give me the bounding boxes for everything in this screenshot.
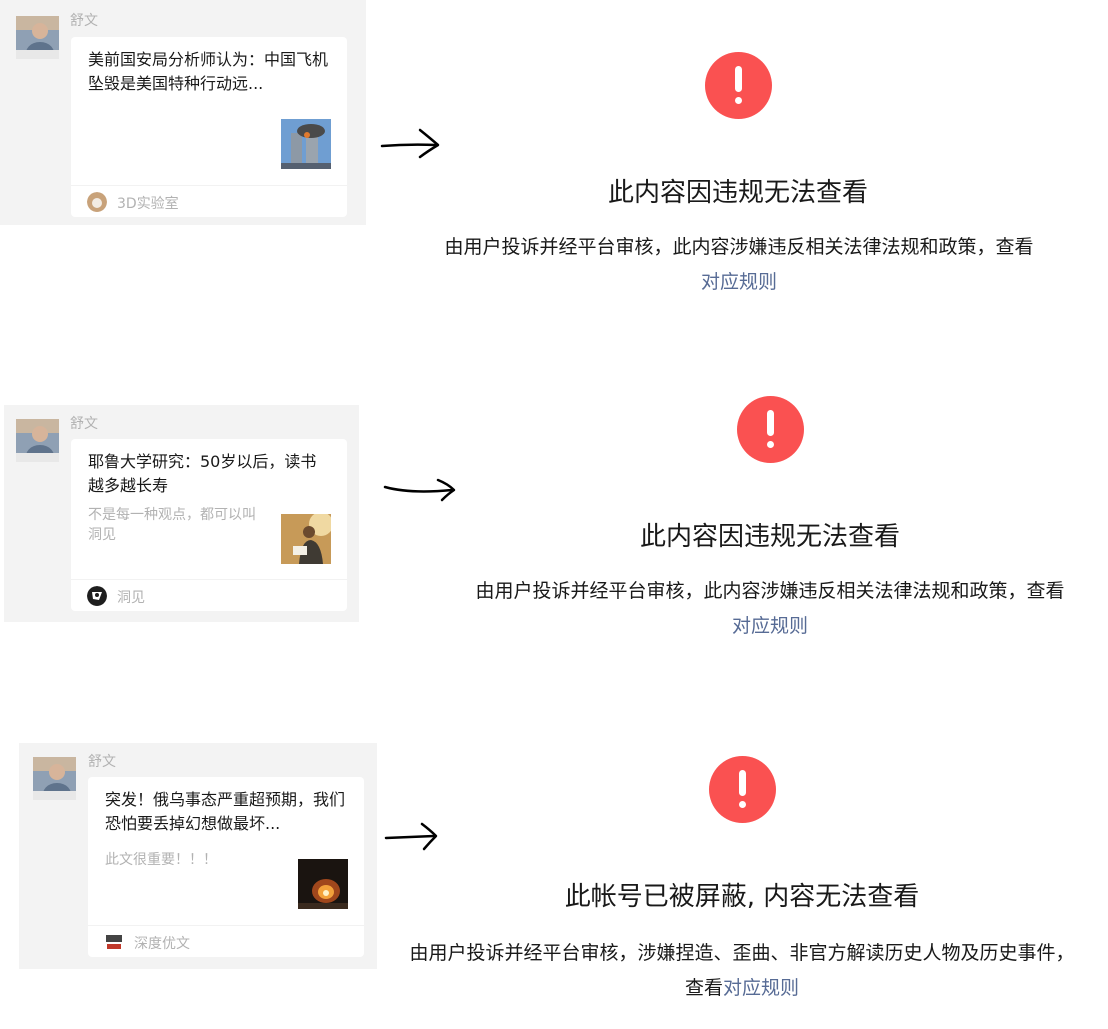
notice-description: 由用户投诉并经平台审核，此内容涉嫌违反相关法律法规和政策，查看 对应规则 xyxy=(430,574,1108,644)
source-name: 深度优文 xyxy=(134,936,190,952)
source-icon xyxy=(87,192,107,212)
warning-icon xyxy=(709,756,776,823)
notice-title: 此内容因违规无法查看 xyxy=(639,522,900,552)
notice-description-text: 由用户投诉并经平台审核，此内容涉嫌违反相关法律法规和政策，查看 xyxy=(444,236,1034,258)
article-card[interactable]: 耶鲁大学研究：50岁以后，读书越多越长寿 不是每一种观点，都可以叫洞见 洞见 xyxy=(71,439,347,611)
avatar[interactable] xyxy=(16,16,59,59)
chat-panel: 舒文 突发！俄乌事态严重超预期，我们恐怕要丢掉幻想做最坏... 此文很重要！！！… xyxy=(19,743,377,969)
warning-icon xyxy=(737,396,804,463)
sender-name: 舒文 xyxy=(70,416,98,432)
notice-title: 此帐号已被屏蔽, 内容无法查看 xyxy=(564,882,920,912)
article-title: 突发！俄乌事态严重超预期，我们恐怕要丢掉幻想做最坏... xyxy=(105,790,346,833)
sender-name: 舒文 xyxy=(70,13,98,29)
avatar[interactable] xyxy=(16,419,59,462)
warning-icon xyxy=(705,52,772,119)
chat-panel: 舒文 美前国安局分析师认为：中国飞机坠毁是美国特种行动远... 3D实验室 xyxy=(0,0,366,225)
avatar[interactable] xyxy=(33,757,76,800)
card-footer: 3D实验室 xyxy=(71,185,347,217)
notice-title: 此内容因违规无法查看 xyxy=(607,178,868,208)
arrow-icon xyxy=(384,822,438,851)
chat-panel: 舒文 耶鲁大学研究：50岁以后，读书越多越长寿 不是每一种观点，都可以叫洞见 洞… xyxy=(4,405,359,622)
article-title: 美前国安局分析师认为：中国飞机坠毁是美国特种行动远... xyxy=(88,50,329,93)
article-thumbnail xyxy=(298,859,348,909)
arrow-icon xyxy=(383,478,456,502)
notice-description-text: 由用户投诉并经平台审核，此内容涉嫌违反相关法律法规和政策，查看 xyxy=(475,580,1065,602)
card-footer: 洞见 xyxy=(71,579,347,611)
card-footer: 深度优文 xyxy=(88,925,364,957)
article-card[interactable]: 美前国安局分析师认为：中国飞机坠毁是美国特种行动远... 3D实验室 xyxy=(71,37,347,217)
article-thumbnail xyxy=(281,119,331,169)
source-name: 3D实验室 xyxy=(117,196,179,212)
rules-link[interactable]: 对应规则 xyxy=(732,615,808,637)
rules-link[interactable]: 对应规则 xyxy=(701,271,777,293)
sender-name: 舒文 xyxy=(88,754,116,770)
source-icon xyxy=(104,932,124,952)
source-name: 洞见 xyxy=(117,590,145,606)
rules-link[interactable]: 对应规则 xyxy=(723,977,799,999)
arrow-icon xyxy=(380,128,440,159)
article-description: 不是每一种观点，都可以叫洞见 xyxy=(88,507,256,543)
notice-description: 由用户投诉并经平台审核，此内容涉嫌违反相关法律法规和政策，查看 对应规则 xyxy=(399,230,1079,300)
article-card[interactable]: 突发！俄乌事态严重超预期，我们恐怕要丢掉幻想做最坏... 此文很重要！！！ 深度… xyxy=(88,777,364,957)
source-icon xyxy=(87,586,107,606)
article-description: 此文很重要！！！ xyxy=(105,852,217,868)
article-title: 耶鲁大学研究：50岁以后，读书越多越长寿 xyxy=(88,452,317,495)
article-thumbnail xyxy=(281,514,331,564)
notice-description: 由用户投诉并经平台审核，涉嫌捏造、歪曲、非官方解读历史人物及历史事件，查看对应规… xyxy=(402,936,1082,1006)
